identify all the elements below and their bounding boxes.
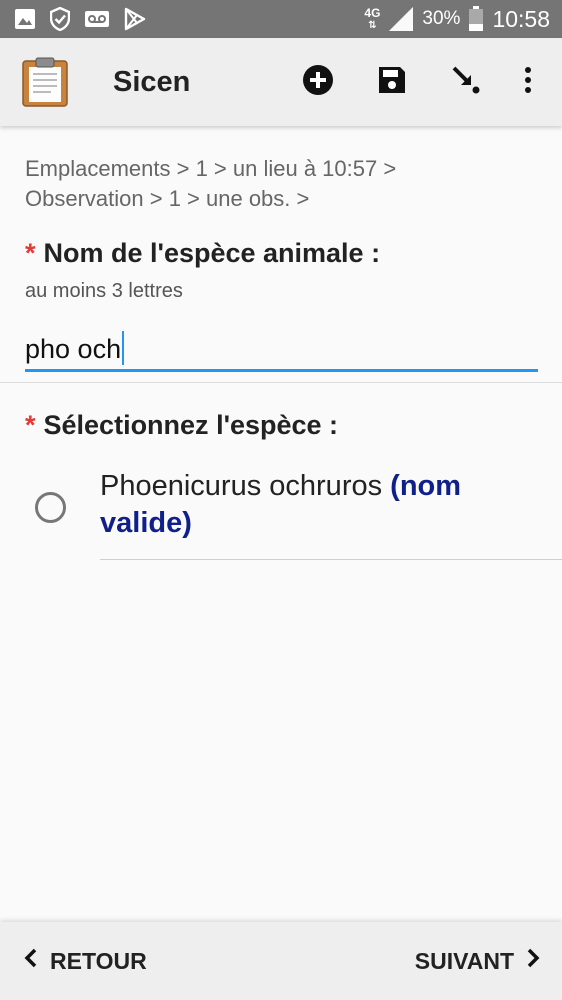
clipboard-logo-icon [21, 57, 69, 107]
breadcrumb: Emplacements > 1 > un lieu à 10:57 > Obs… [25, 154, 545, 214]
clock: 10:58 [492, 5, 550, 32]
species-option-label: Phoenicurus ochruros (nom valide) [100, 468, 540, 542]
input-value: pho och [25, 334, 122, 364]
option-divider [100, 559, 562, 560]
go-to-button[interactable] [436, 52, 496, 112]
voicemail-icon [84, 10, 110, 28]
save-button[interactable] [362, 52, 422, 112]
play-store-icon [124, 7, 146, 31]
shield-icon [50, 7, 70, 31]
question-text: Sélectionnez l'espèce : [43, 410, 339, 440]
overflow-menu-button[interactable] [510, 52, 546, 112]
next-label: SUIVANT [414, 947, 514, 974]
save-icon [377, 65, 407, 100]
chevron-left-icon [24, 947, 38, 975]
back-button[interactable]: RETOUR [24, 947, 147, 975]
required-marker: * [25, 410, 36, 440]
species-option[interactable]: Phoenicurus ochruros (nom valide) [0, 466, 562, 560]
image-icon [14, 8, 36, 30]
species-name-input[interactable]: pho och [25, 324, 538, 372]
divider [0, 382, 562, 383]
species-name-hint: au moins 3 lettres [25, 280, 183, 302]
back-label: RETOUR [50, 947, 147, 974]
signal-icon [388, 6, 414, 32]
text-cursor [122, 331, 125, 365]
more-vert-icon [524, 66, 532, 99]
add-icon [302, 64, 334, 101]
status-bar: 4G ⇅ 30% 10:58 [0, 0, 562, 38]
next-button[interactable]: SUIVANT [415, 947, 540, 975]
breadcrumb-line: Emplacements > 1 > un lieu à 10:57 > [25, 156, 397, 181]
bottom-navigation: RETOUR SUIVANT [0, 922, 562, 1000]
network-type-label: 4G ⇅ [364, 5, 381, 31]
breadcrumb-line: Observation > 1 > une obs. > [25, 186, 310, 211]
add-button[interactable] [288, 52, 348, 112]
required-marker: * [25, 238, 36, 268]
question-text: Nom de l'espèce animale : [43, 238, 381, 268]
app-title: Sicen [113, 65, 191, 98]
app-bar: Sicen [0, 38, 562, 126]
chevron-right-icon [526, 947, 540, 975]
battery-icon [468, 6, 484, 32]
species-name-question-label: * Nom de l'espèce animale : [25, 238, 380, 269]
form-content: Emplacements > 1 > un lieu à 10:57 > Obs… [0, 126, 562, 922]
battery-percentage: 30% [422, 8, 461, 29]
arrow-down-right-icon [451, 65, 481, 100]
select-species-question-label: * Sélectionnez l'espèce : [25, 410, 338, 441]
species-name: Phoenicurus ochruros [100, 470, 383, 502]
radio-button[interactable] [35, 492, 66, 523]
